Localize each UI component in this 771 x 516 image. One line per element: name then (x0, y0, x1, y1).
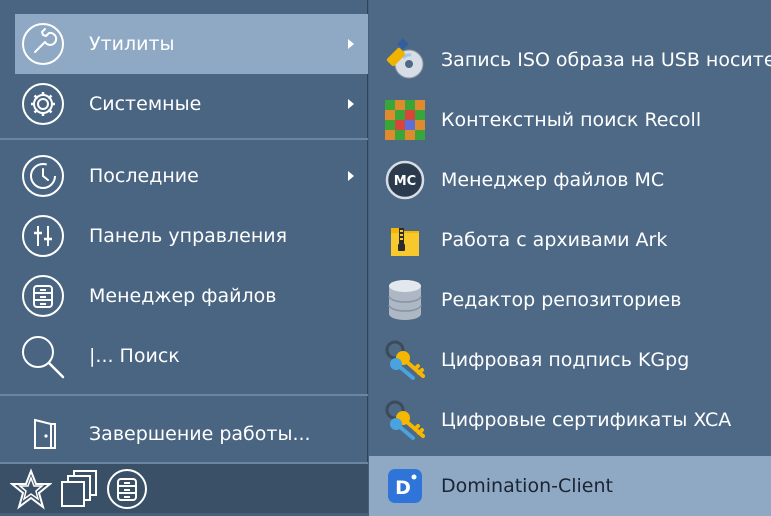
recoll-icon (383, 98, 427, 142)
archive-icon (383, 218, 427, 262)
domination-client-icon: D (383, 464, 427, 508)
iso-usb-writer-icon (383, 38, 427, 82)
app-kgpg[interactable]: Цифровая подпись KGpg (369, 330, 771, 390)
menu-item-label: Панель управления (89, 225, 288, 247)
app-label: Контекстный поиск Recoll (441, 109, 702, 131)
app-label: Работа с архивами Ark (441, 229, 668, 251)
app-label: Запись ISO образа на USB носитель (441, 49, 771, 71)
app-mc-file-manager[interactable]: MC Менеджер файлов MC (369, 150, 771, 210)
menu-item-label: Менеджер файлов (89, 285, 277, 307)
windows-icon[interactable] (58, 468, 100, 510)
app-ark-archiver[interactable]: Работа с архивами Ark (369, 210, 771, 270)
application-menu: Утилиты Системные Последние Панель управ… (0, 0, 771, 516)
keys-icon (383, 338, 427, 382)
menu-separator (0, 138, 368, 140)
gear-icon (19, 80, 67, 128)
submenu-pane: Запись ISO образа на USB носитель Контек… (369, 0, 771, 516)
sliders-icon (19, 212, 67, 260)
app-iso-usb-writer[interactable]: Запись ISO образа на USB носитель (369, 30, 771, 90)
search-icon (19, 332, 67, 380)
bottom-toolbar (0, 462, 368, 513)
submenu-arrow-icon (348, 171, 354, 181)
category-system[interactable]: Системные (15, 74, 368, 134)
category-label: Последние (89, 165, 199, 187)
app-label: Цифровые сертификаты XCA (441, 409, 732, 431)
menu-item-label: Завершение работы... (89, 423, 311, 445)
category-label: Системные (89, 93, 202, 115)
app-label: Domination-Client (441, 475, 613, 497)
wrench-icon (19, 20, 67, 68)
category-label: Утилиты (89, 33, 175, 55)
exit-door-icon (19, 410, 67, 458)
app-repository-editor[interactable]: Редактор репозиториев (369, 270, 771, 330)
file-cabinet-icon[interactable] (106, 468, 148, 510)
control-panel-item[interactable]: Панель управления (15, 206, 368, 266)
menu-separator (0, 394, 368, 396)
category-pane: Утилиты Системные Последние Панель управ… (0, 0, 368, 513)
shutdown-item[interactable]: Завершение работы... (15, 404, 368, 464)
database-icon (383, 278, 427, 322)
app-domination-client[interactable]: D Domination-Client (369, 456, 771, 516)
domination-icon-text: D (395, 477, 411, 499)
keys-icon (383, 398, 427, 442)
submenu-arrow-icon (348, 99, 354, 109)
mc-icon: MC (383, 158, 427, 202)
mc-icon-text: MC (394, 174, 416, 189)
search-label: |... Поиск (89, 345, 180, 367)
category-utilities[interactable]: Утилиты (15, 14, 368, 74)
favorites-star-icon[interactable] (10, 467, 52, 510)
app-recoll[interactable]: Контекстный поиск Recoll (369, 90, 771, 150)
clock-icon (19, 152, 67, 200)
file-cabinet-icon (19, 272, 67, 320)
app-label: Редактор репозиториев (441, 289, 682, 311)
file-manager-item[interactable]: Менеджер файлов (15, 266, 368, 326)
search-item[interactable]: |... Поиск (15, 326, 368, 386)
app-label: Менеджер файлов MC (441, 169, 665, 191)
category-recent[interactable]: Последние (15, 146, 368, 206)
app-label: Цифровая подпись KGpg (441, 349, 690, 371)
submenu-arrow-icon (348, 39, 354, 49)
app-xca[interactable]: Цифровые сертификаты XCA (369, 390, 771, 450)
